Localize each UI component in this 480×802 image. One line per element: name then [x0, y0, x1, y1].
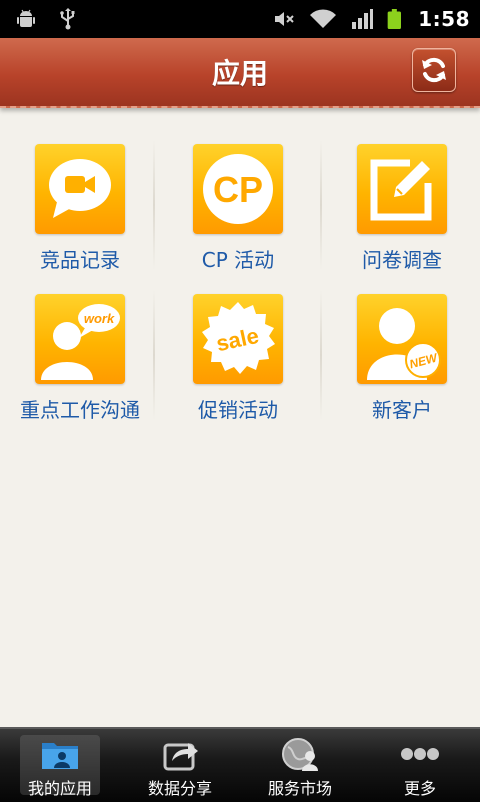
- app-label: 竞品记录: [40, 248, 120, 272]
- video-chat-bubble-icon: [49, 159, 111, 218]
- app-survey[interactable]: 问卷调查: [322, 130, 480, 280]
- bottom-nav: 我的应用 数据分享 服务市场 更多: [0, 727, 480, 802]
- android-icon: [17, 9, 35, 27]
- app-label: 新客户: [372, 398, 432, 422]
- status-bar: 1:58: [0, 0, 480, 38]
- app-tile[interactable]: [35, 144, 125, 234]
- app-tile[interactable]: [357, 144, 447, 234]
- signal-icon: [352, 9, 374, 29]
- share-icon: [163, 743, 198, 771]
- nav-more[interactable]: 更多: [360, 733, 480, 799]
- sale-seal-icon: sale: [202, 302, 275, 374]
- app-new-customer[interactable]: NEW 新客户: [322, 280, 480, 430]
- app-key-work-communication[interactable]: work 重点工作沟通: [0, 280, 160, 430]
- app-tile[interactable]: sale: [193, 294, 283, 384]
- nav-data-share[interactable]: 数据分享: [120, 733, 240, 799]
- wifi-icon: [310, 9, 337, 28]
- mute-icon: [275, 12, 294, 26]
- title-bar: 应用: [0, 38, 480, 108]
- person-work-bubble-icon: work: [41, 304, 120, 380]
- edit-form-icon: [370, 159, 432, 221]
- page-title: 应用: [211, 57, 268, 90]
- app-promotion[interactable]: sale 促销活动: [158, 280, 318, 430]
- app-cp-activity[interactable]: CP CP 活动: [158, 130, 318, 280]
- usb-icon: [60, 8, 75, 30]
- battery-icon: [387, 9, 402, 29]
- app-label: 重点工作沟通: [20, 398, 140, 422]
- app-competitor-record[interactable]: 竞品记录: [0, 130, 160, 280]
- nav-label: 更多: [403, 779, 436, 798]
- more-dots-icon: [401, 748, 439, 760]
- app-tile[interactable]: work: [35, 294, 125, 384]
- nav-label: 数据分享: [147, 779, 212, 798]
- nav-service-market[interactable]: 服务市场: [240, 733, 360, 799]
- person-new-badge-icon: NEW: [367, 308, 441, 380]
- cp-icon: CP: [203, 154, 273, 224]
- refresh-button[interactable]: [412, 48, 456, 92]
- app-tile[interactable]: NEW: [357, 294, 447, 384]
- refresh-icon: [422, 57, 446, 83]
- nav-label: 服务市场: [267, 779, 332, 798]
- svg-text:work: work: [84, 311, 115, 326]
- nav-my-apps[interactable]: 我的应用: [0, 733, 120, 799]
- app-label: 问卷调查: [362, 248, 442, 272]
- app-label: 促销活动: [198, 398, 278, 422]
- folder-person-icon: [42, 743, 78, 769]
- globe-person-icon: [282, 738, 318, 771]
- nav-label: 我的应用: [27, 779, 92, 798]
- app-label: CP 活动: [201, 248, 275, 272]
- svg-text:CP: CP: [213, 169, 263, 210]
- status-time: 1:58: [418, 7, 470, 31]
- app-tile[interactable]: CP: [193, 144, 283, 234]
